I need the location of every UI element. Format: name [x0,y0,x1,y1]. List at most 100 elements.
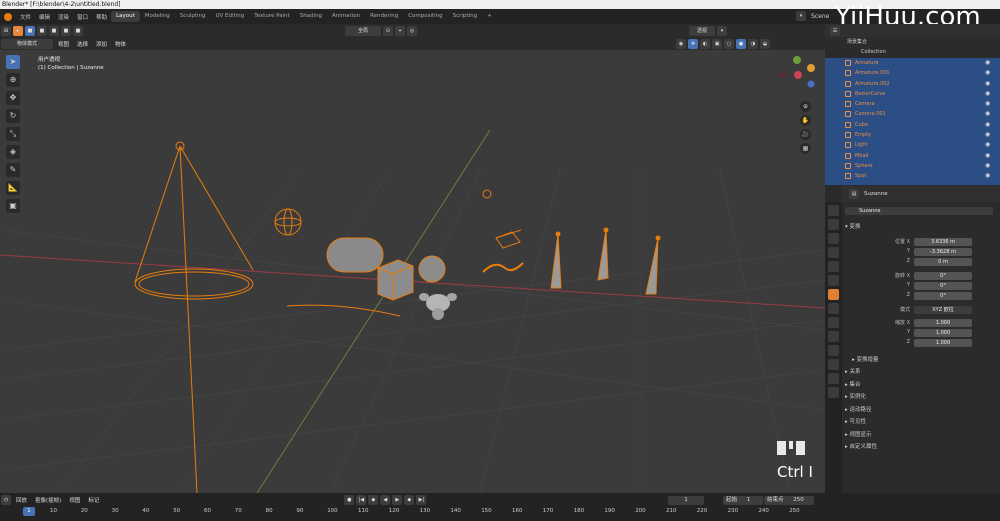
cursor-icon[interactable]: ⊕ [6,73,20,87]
outliner-item-light[interactable]: Light ◉ [825,140,1000,150]
outliner-item-armature[interactable]: Armature ◉ [825,58,1000,68]
annotate-icon[interactable]: ✎ [6,163,20,177]
viewport-display-section[interactable]: ▸ 视图显示 [845,430,872,438]
shading-wireframe-icon[interactable]: ○ [724,38,735,49]
eye-icon[interactable]: ◉ [985,130,990,140]
constraints-tab-icon[interactable] [828,345,839,356]
editor-type-icon[interactable]: ⊞ [1,25,11,36]
tab-scripting[interactable]: Scripting [448,11,482,22]
render-tab-icon[interactable] [828,219,839,230]
visibility-icon[interactable]: ◉ [676,38,687,49]
move-icon[interactable]: ✥ [6,91,20,105]
jump-start-icon[interactable]: |◀ [356,494,367,505]
view-layer-dropdown[interactable]: 透视 [689,25,715,36]
object-name-field[interactable]: Suzanne [845,207,993,215]
rotate-icon[interactable]: ↻ [6,109,20,123]
material-tab-icon[interactable] [828,373,839,384]
select-intersect-icon[interactable]: ■ [73,25,83,36]
sphere-mesh[interactable] [418,255,446,283]
physics-tab-icon[interactable] [828,331,839,342]
location-z-field[interactable]: 0 m [914,258,972,266]
armature-bone-3[interactable] [645,235,661,295]
xray-icon[interactable]: ▣ [712,38,723,49]
select-box-mode-icon[interactable]: ■ [25,25,35,36]
mode-dropdown[interactable]: 物体模式 [1,38,53,49]
scene-label[interactable]: Scene [811,13,829,20]
view-layer-tab-icon[interactable] [828,247,839,258]
ortho-grid-icon[interactable]: ▦ [800,143,811,154]
eye-icon[interactable]: ◉ [985,161,990,171]
3d-viewport[interactable] [0,50,825,493]
record-icon[interactable]: ● [344,494,355,505]
outliner-item-empty[interactable]: Empty ◉ [825,130,1000,140]
cube-mesh[interactable] [377,259,414,301]
rotation-z-field[interactable]: 0° [914,292,972,300]
current-frame-field[interactable]: 1 [668,496,704,505]
pivot-icon[interactable]: ⊙ [383,25,393,36]
tab-layout[interactable]: Layout [111,11,140,22]
jump-end-icon[interactable]: ▶| [416,494,427,505]
playhead[interactable]: 1 [23,507,35,516]
menu-edit[interactable]: 编辑 [35,13,54,21]
select-subtract-icon[interactable]: ■ [49,25,59,36]
custom-properties-section[interactable]: ▸ 自定义属性 [845,442,877,450]
start-frame-field[interactable]: 起始 1 [723,496,763,505]
next-key-icon[interactable]: ◆ [404,494,415,505]
particles-tab-icon[interactable] [828,317,839,328]
eye-icon[interactable]: ◉ [985,109,990,119]
timeline-editor-icon[interactable]: ◷ [1,494,11,505]
eye-icon[interactable]: ◉ [985,89,990,99]
gizmo-icon[interactable]: ✥ [688,38,699,49]
scale-z-field[interactable]: 1.000 [914,339,972,347]
add-cube-icon[interactable]: ▣ [6,199,20,213]
proportional-edit-icon[interactable]: ◎ [407,25,417,36]
transform-section-header[interactable]: ▾ 变换 [845,222,861,230]
timeline-menu-keying[interactable]: 抠像(插帧) [31,496,65,504]
rotation-mode-dropdown[interactable]: XYZ 欧拉 [914,306,972,314]
location-y-field[interactable]: -3.3628 m [914,248,972,256]
outliner-item-spot[interactable]: Spot ◉ [825,171,1000,181]
outliner-item-camera[interactable]: Camera ◉ [825,99,1000,109]
eye-icon[interactable]: ◉ [985,68,990,78]
world-tab-icon[interactable] [828,275,839,286]
viewport-menu-view[interactable]: 视图 [54,40,73,48]
camera-view-icon[interactable]: 🎥 [800,129,811,140]
play-reverse-icon[interactable]: ◀ [380,494,391,505]
end-frame-field[interactable]: 结束点 250 [764,496,814,505]
select-extend-icon[interactable]: ■ [37,25,47,36]
armature-bone-1[interactable] [550,231,562,289]
scene-icon[interactable]: ▾ [796,11,806,21]
outliner-editor-icon[interactable]: ☰ [830,25,840,36]
timeline-menu-marker[interactable]: 标记 [84,496,103,504]
bezier-curve[interactable] [286,304,401,317]
outliner-item-camera-001[interactable]: Camera.001 ◉ [825,109,1000,119]
eye-icon[interactable]: ◉ [985,120,990,130]
viewport-menu-object[interactable]: 物体 [111,40,130,48]
blender-logo-icon[interactable] [4,12,12,21]
instancing-section[interactable]: ▸ 实例化 [845,392,866,400]
output-tab-icon[interactable] [828,233,839,244]
rotation-x-field[interactable]: 0° [914,272,972,280]
eye-icon[interactable]: ◉ [985,140,990,150]
spot-light-cone[interactable] [134,141,254,493]
scene-tab-icon[interactable] [828,261,839,272]
outliner-item-beziercurve[interactable]: BezierCurve ◉ [825,89,1000,99]
light-point[interactable] [482,189,492,199]
motion-paths-section[interactable]: ▸ 运动路径 [845,405,872,413]
tab-rendering[interactable]: Rendering [365,11,403,22]
timeline-menu-view[interactable]: 视图 [65,496,84,504]
tab-compositing[interactable]: Compositing [403,11,447,22]
capsule-mesh[interactable] [326,237,384,273]
menu-file[interactable]: 文件 [16,13,35,21]
armature-bone-2[interactable] [597,227,609,281]
camera-object[interactable] [495,229,522,249]
prev-key-icon[interactable]: ◆ [368,494,379,505]
tool-tab-icon[interactable] [828,205,839,216]
tab-texture-paint[interactable]: Texture Paint [249,11,295,22]
menu-help[interactable]: 帮助 [92,13,111,21]
menu-render[interactable]: 渲染 [54,13,73,21]
outliner-item-armature-001[interactable]: Armature.001 ◉ [825,68,1000,78]
eye-icon[interactable]: ◉ [985,99,990,109]
tab-sculpting[interactable]: Sculpting [175,11,211,22]
empty-sphere[interactable] [274,208,302,236]
